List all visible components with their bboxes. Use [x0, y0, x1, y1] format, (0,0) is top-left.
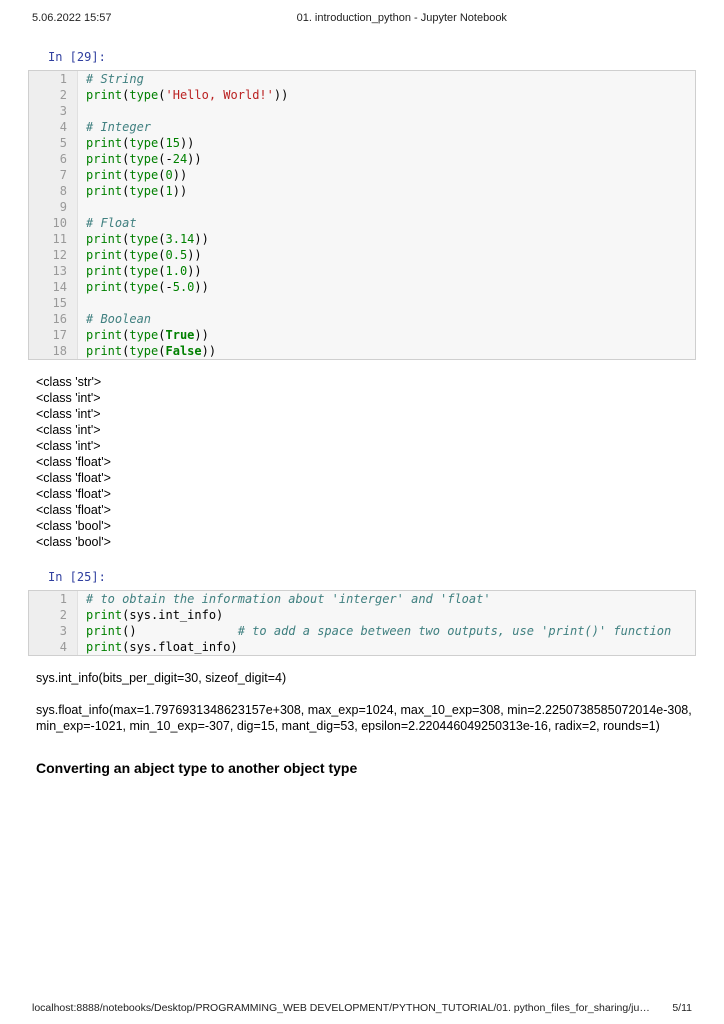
input-prompt: In [29]:	[48, 50, 696, 64]
code-line: 6print(type(-24))	[29, 151, 695, 167]
code-line: 3	[29, 103, 695, 119]
code-line: 9	[29, 199, 695, 215]
code-text: print(sys.float_info)	[78, 639, 238, 655]
code-text: print(type(0.5))	[78, 247, 202, 263]
cell-output: <class 'str'> <class 'int'> <class 'int'…	[36, 374, 696, 550]
code-line: 4print(sys.float_info)	[29, 639, 695, 655]
code-text	[78, 199, 93, 215]
line-number: 3	[29, 623, 78, 639]
line-number: 14	[29, 279, 78, 295]
line-number: 15	[29, 295, 78, 311]
line-number: 4	[29, 119, 78, 135]
line-number: 7	[29, 167, 78, 183]
code-line: 16# Boolean	[29, 311, 695, 327]
line-number: 9	[29, 199, 78, 215]
code-text: print() # to add a space between two out…	[78, 623, 671, 639]
code-cell[interactable]: 1# String2print(type('Hello, World!'))3 …	[28, 70, 696, 360]
code-line: 2print(sys.int_info)	[29, 607, 695, 623]
code-text: print(type(True))	[78, 327, 209, 343]
code-line: 2print(type('Hello, World!'))	[29, 87, 695, 103]
code-text: # Boolean	[78, 311, 151, 327]
code-text: print(type(-24))	[78, 151, 202, 167]
code-line: 5print(type(15))	[29, 135, 695, 151]
code-text: print(type(1))	[78, 183, 187, 199]
header-doc-title: 01. introduction_python - Jupyter Notebo…	[297, 12, 507, 24]
code-line: 3print() # to add a space between two ou…	[29, 623, 695, 639]
page-header: 5.06.2022 15:57 01. introduction_python …	[0, 0, 724, 42]
code-line: 10# Float	[29, 215, 695, 231]
line-number: 16	[29, 311, 78, 327]
code-line: 8print(type(1))	[29, 183, 695, 199]
line-number: 1	[29, 591, 78, 607]
line-number: 5	[29, 135, 78, 151]
line-number: 1	[29, 71, 78, 87]
code-line: 17print(type(True))	[29, 327, 695, 343]
code-text: print(type(False))	[78, 343, 216, 359]
content-area: In [29]: 1# String2print(type('Hello, Wo…	[0, 50, 724, 776]
section-heading: Converting an abject type to another obj…	[36, 760, 696, 776]
line-number: 13	[29, 263, 78, 279]
code-text: print(type(0))	[78, 167, 187, 183]
input-prompt: In [25]:	[48, 570, 696, 584]
line-number: 8	[29, 183, 78, 199]
code-line: 1# String	[29, 71, 695, 87]
code-text: print(type(-5.0))	[78, 279, 209, 295]
header-timestamp: 5.06.2022 15:57	[32, 12, 112, 24]
footer-path: localhost:8888/notebooks/Desktop/PROGRAM…	[32, 1002, 652, 1014]
code-line: 7print(type(0))	[29, 167, 695, 183]
code-text	[78, 295, 93, 311]
code-line: 4# Integer	[29, 119, 695, 135]
code-line: 12print(type(0.5))	[29, 247, 695, 263]
code-text: print(sys.int_info)	[78, 607, 223, 623]
code-line: 14print(type(-5.0))	[29, 279, 695, 295]
line-number: 11	[29, 231, 78, 247]
code-text: # Float	[78, 215, 137, 231]
code-text: print(type('Hello, World!'))	[78, 87, 288, 103]
footer-page-number: 5/11	[672, 1002, 692, 1014]
page-footer: localhost:8888/notebooks/Desktop/PROGRAM…	[0, 1002, 724, 1014]
line-number: 3	[29, 103, 78, 119]
line-number: 10	[29, 215, 78, 231]
line-number: 2	[29, 607, 78, 623]
code-line: 15	[29, 295, 695, 311]
code-line: 1# to obtain the information about 'inte…	[29, 591, 695, 607]
line-number: 17	[29, 327, 78, 343]
page: 5.06.2022 15:57 01. introduction_python …	[0, 0, 724, 1024]
line-number: 18	[29, 343, 78, 359]
code-text: # String	[78, 71, 144, 87]
code-cell[interactable]: 1# to obtain the information about 'inte…	[28, 590, 696, 656]
line-number: 12	[29, 247, 78, 263]
line-number: 4	[29, 639, 78, 655]
line-number: 2	[29, 87, 78, 103]
code-line: 13print(type(1.0))	[29, 263, 695, 279]
code-text: # Integer	[78, 119, 151, 135]
code-line: 11print(type(3.14))	[29, 231, 695, 247]
line-number: 6	[29, 151, 78, 167]
code-text: print(type(1.0))	[78, 263, 202, 279]
cell-output: sys.int_info(bits_per_digit=30, sizeof_d…	[36, 670, 696, 734]
code-text: print(type(15))	[78, 135, 194, 151]
code-text: # to obtain the information about 'inter…	[78, 591, 491, 607]
code-text: print(type(3.14))	[78, 231, 209, 247]
code-line: 18print(type(False))	[29, 343, 695, 359]
code-text	[78, 103, 93, 119]
